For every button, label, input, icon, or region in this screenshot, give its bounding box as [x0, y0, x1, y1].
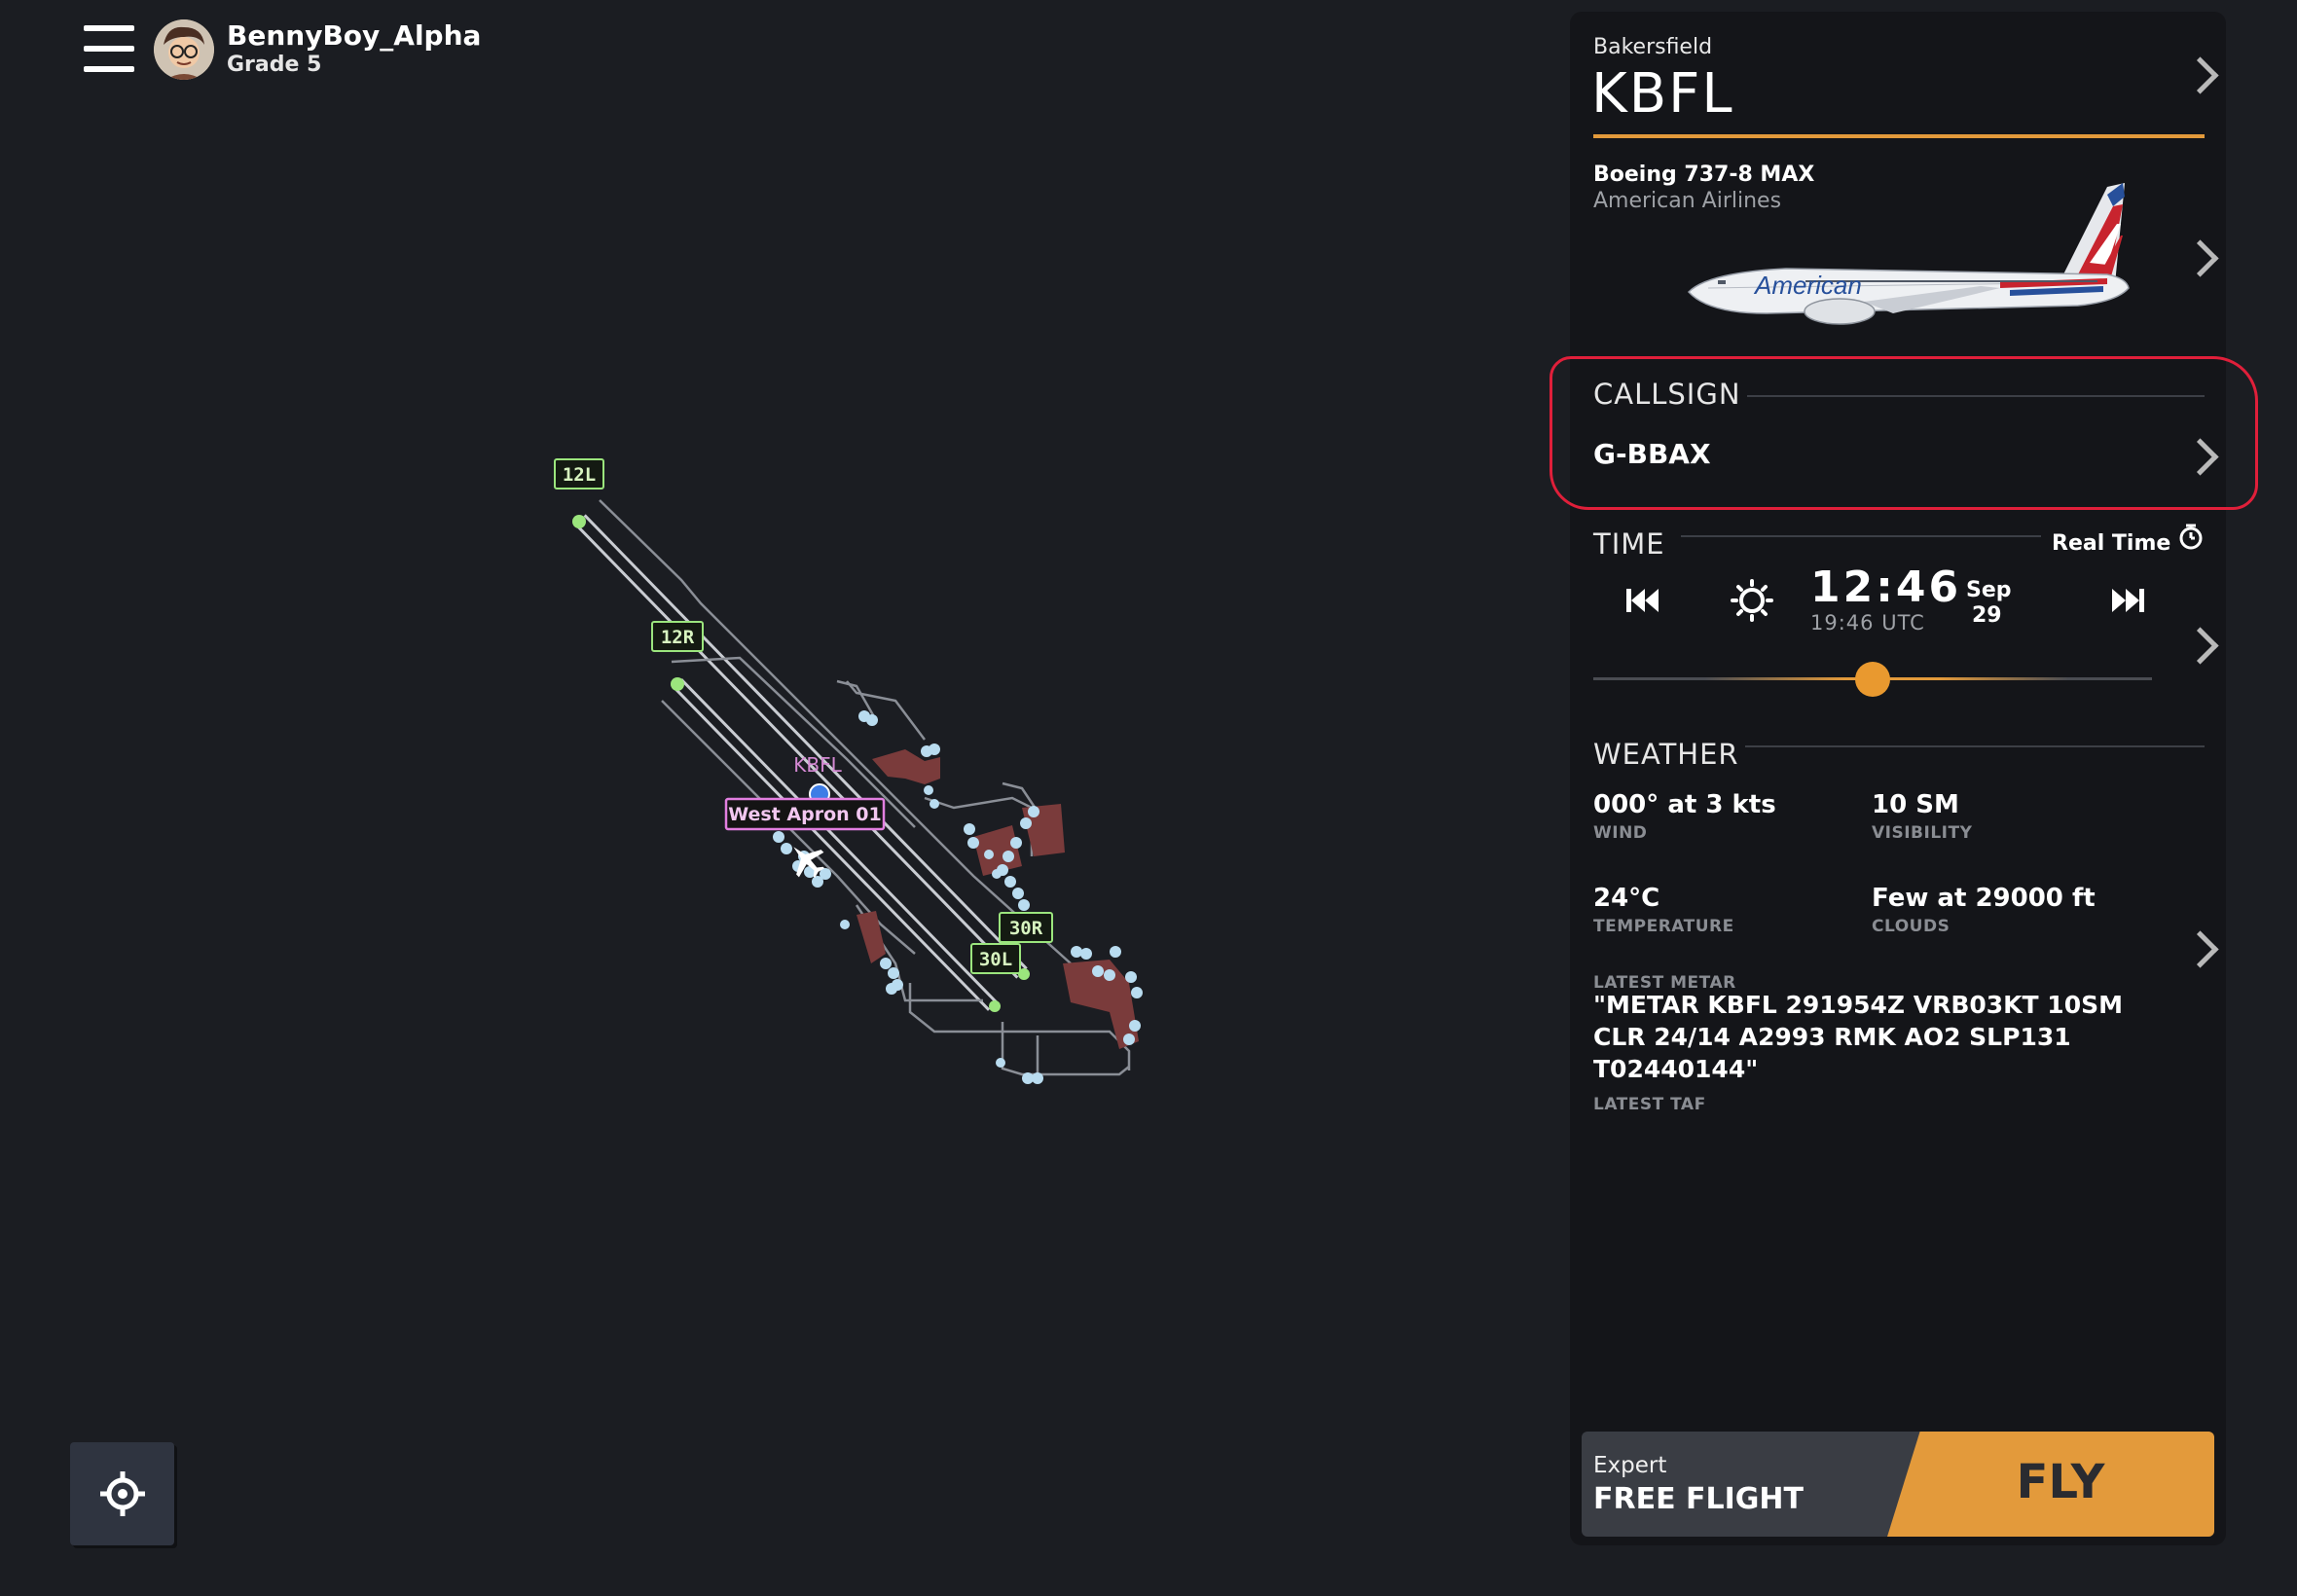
taf-label: LATEST TAF [1593, 1095, 1706, 1114]
recenter-icon [100, 1471, 145, 1516]
callsign-value[interactable]: G-BBAX [1593, 438, 1711, 470]
svg-text:West Apron 01: West Apron 01 [728, 804, 881, 825]
aircraft-livery-text: American [1753, 271, 1862, 300]
runway-12R-30L[interactable] [672, 678, 999, 1011]
time-rule [1681, 535, 2041, 537]
svg-text:30R: 30R [1009, 918, 1043, 939]
wind-value: 000° at 3 kts [1593, 790, 1776, 819]
flight-setup-panel: Bakersfield KBFL Boeing 737-8 MAX Americ… [1570, 12, 2226, 1545]
flight-type[interactable]: FREE FLIGHT [1593, 1482, 1804, 1516]
skip-forward-icon[interactable] [2111, 586, 2144, 615]
callsign-rule [1747, 395, 2205, 397]
aircraft-image[interactable]: American [1650, 167, 2156, 343]
taxiways [599, 499, 1131, 1080]
runway-12L-30R[interactable] [574, 514, 1028, 979]
weather-rule [1745, 745, 2205, 747]
visibility-label: VISIBILITY [1872, 823, 1973, 843]
recenter-button[interactable] [70, 1442, 174, 1545]
time-title: TIME [1593, 527, 1665, 561]
user-name: BennyBoy_Alpha [227, 19, 482, 52]
clouds-value: Few at 29000 ft [1872, 884, 2096, 913]
metar-value: "METAR KBFL 291954Z VRB03KT 10SM CLR 24/… [1593, 991, 2123, 1083]
free-flight-bar: Expert FREE FLIGHT FLY [1582, 1432, 2214, 1537]
runway-label-30R[interactable]: 30R [999, 912, 1053, 943]
time-chevron-right-icon[interactable] [2181, 627, 2219, 665]
callsign-chevron-right-icon[interactable] [2181, 438, 2219, 476]
wind-label: WIND [1593, 823, 1648, 843]
weather-chevron-right-icon[interactable] [2181, 930, 2219, 968]
runway-label-30L[interactable]: 30L [970, 943, 1021, 974]
airport-code-label: KBFL [793, 753, 842, 777]
local-time: 12:46 [1810, 562, 1962, 612]
utc-time: 19:46 UTC [1810, 611, 1925, 635]
fly-button-label: FLY [2016, 1455, 2105, 1509]
airport-divider [1593, 134, 2205, 138]
time-slider-knob[interactable] [1855, 662, 1890, 697]
fly-button[interactable]: FLY [1887, 1432, 2214, 1537]
skip-back-icon[interactable] [1626, 586, 1659, 615]
visibility-value: 10 SM [1872, 790, 1959, 819]
flight-mode[interactable]: Expert [1593, 1453, 1666, 1478]
real-time-label[interactable]: Real Time [2052, 531, 2170, 556]
svg-text:12L: 12L [563, 464, 596, 486]
callsign-title: CALLSIGN [1593, 378, 1741, 411]
clouds-label: CLOUDS [1872, 917, 1951, 936]
weather-title: WEATHER [1593, 738, 1739, 771]
runway-label-12L[interactable]: 12L [554, 458, 604, 490]
date-day: 29 [1972, 603, 2002, 628]
temperature-label: TEMPERATURE [1593, 917, 1734, 936]
temperature-value: 24°C [1593, 884, 1660, 913]
stand-label-west-apron-01[interactable]: West Apron 01 [724, 797, 886, 831]
aircraft-chevron-right-icon[interactable] [2181, 239, 2219, 277]
menu-icon[interactable] [84, 25, 134, 72]
user-grade: Grade 5 [227, 53, 322, 77]
sun-icon[interactable] [1730, 578, 1774, 623]
avatar[interactable] [154, 19, 214, 80]
svg-text:12R: 12R [661, 627, 695, 648]
svg-text:30L: 30L [979, 949, 1012, 970]
airport-city: Bakersfield [1593, 35, 1713, 59]
date-month: Sep [1966, 578, 2012, 602]
airport-icao[interactable]: KBFL [1591, 62, 1734, 126]
runway-label-12R[interactable]: 12R [651, 621, 704, 652]
airport-map[interactable]: 12L 12R 30R 30L KBFL West Apron 01 [0, 0, 1538, 1596]
clock-settings-icon[interactable] [2175, 522, 2206, 553]
airport-chevron-right-icon[interactable] [2181, 56, 2219, 94]
